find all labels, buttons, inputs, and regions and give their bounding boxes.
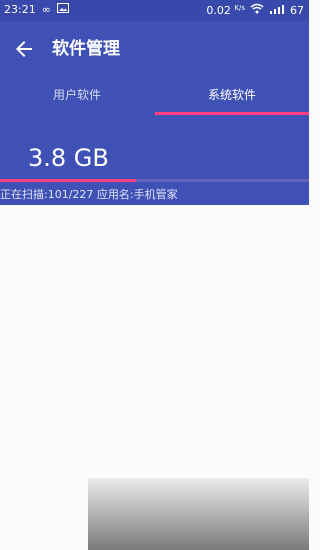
scan-progress-fill	[0, 179, 136, 182]
back-arrow-icon	[16, 41, 32, 57]
bottom-overlay	[88, 478, 309, 550]
app-bar: 软件管理	[0, 21, 309, 77]
storage-size: 3.8 GB	[28, 144, 109, 172]
signal-icon	[269, 4, 285, 18]
battery-level: 67	[290, 3, 304, 17]
network-speed: 0.02 K/s	[206, 4, 245, 17]
network-speed-value: 0.02	[206, 4, 231, 17]
storage-summary: 3.8 GB 正在扫描:101/227 应用名:手机管家	[0, 117, 309, 205]
tab-indicator	[155, 112, 309, 115]
network-speed-unit: K/s	[234, 4, 245, 12]
image-icon	[56, 3, 69, 17]
time-label: 23:21	[4, 3, 36, 16]
page-title: 软件管理	[52, 39, 120, 59]
status-right: 0.02 K/s 67	[206, 3, 304, 18]
tab-user-apps[interactable]: 用户软件	[0, 77, 154, 117]
scan-status-text: 正在扫描:101/227 应用名:手机管家	[0, 188, 178, 201]
scan-progress-bar	[0, 179, 309, 182]
status-bar: 23:21 ∞ 0.02 K/s 67	[0, 0, 309, 21]
back-button[interactable]	[12, 37, 36, 61]
tab-system-apps[interactable]: 系统软件	[155, 77, 309, 117]
infinity-icon: ∞	[41, 3, 51, 16]
status-left: 23:21 ∞	[4, 3, 69, 17]
wifi-icon	[250, 3, 264, 18]
tab-bar: 用户软件 系统软件	[0, 77, 309, 117]
